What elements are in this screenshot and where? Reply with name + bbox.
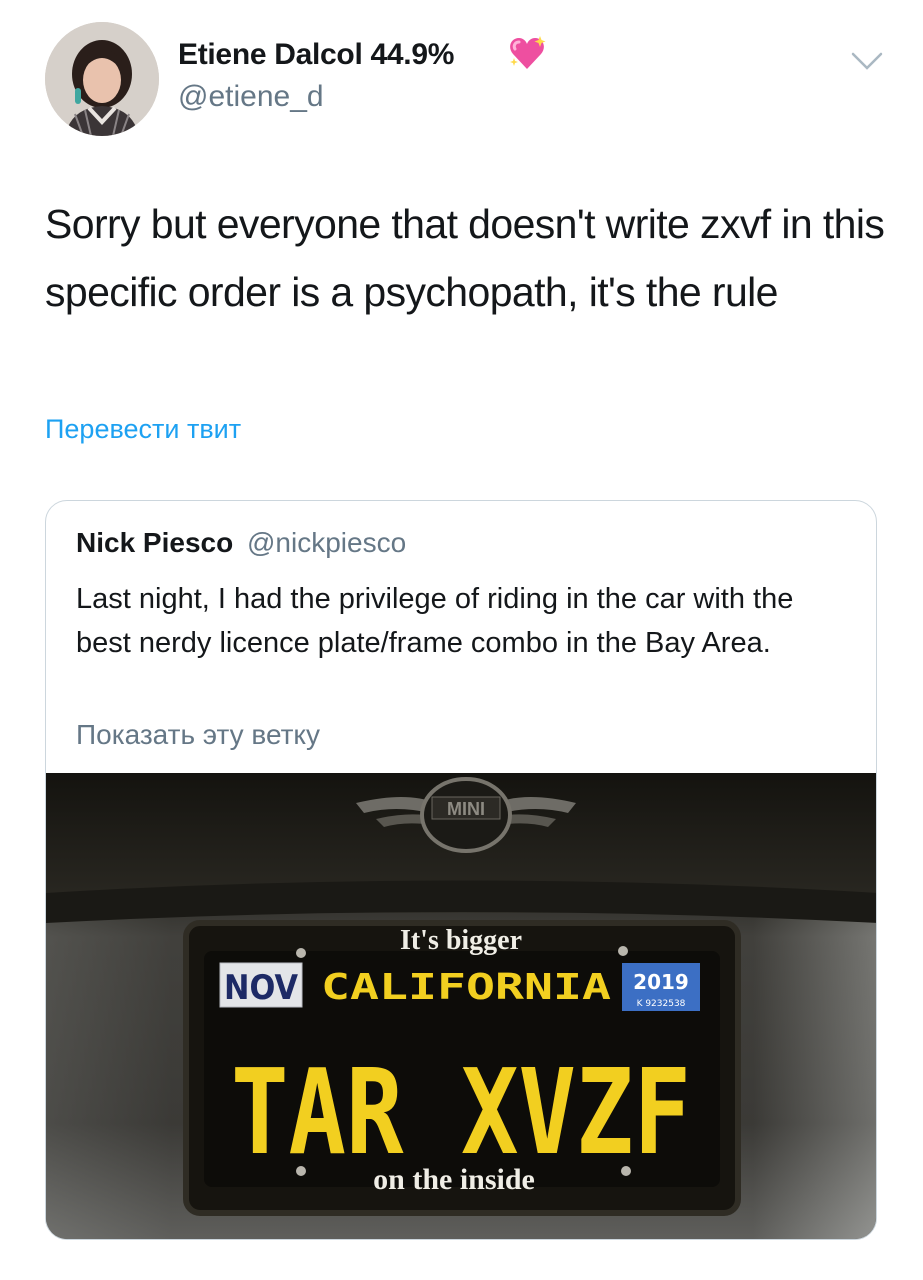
license-plate-photo: MINI It's bigger on the inside NOV CALIF…: [46, 773, 876, 1239]
sparkling-heart-icon: [510, 36, 546, 69]
state-text: CALIFORNIA: [321, 967, 611, 1008]
translate-tweet-link[interactable]: Перевести твит: [45, 414, 241, 445]
year-sticker-code: K 9232538: [637, 999, 686, 1009]
quoted-tweet-card[interactable]: Nick Piesco @nickpiesco Last night, I ha…: [45, 500, 877, 1240]
frame-top-text: It's bigger: [400, 925, 522, 956]
mini-badge-text: MINI: [447, 799, 485, 819]
quoted-tweet-photo[interactable]: MINI It's bigger on the inside NOV CALIF…: [46, 773, 876, 1239]
quoted-display-name: Nick Piesco: [76, 527, 234, 558]
license-plate: It's bigger on the inside NOV CALIFORNIA…: [183, 920, 741, 1216]
quoted-author: Nick Piesco @nickpiesco: [76, 527, 406, 559]
plate-number-text: TAR XVZF: [231, 1043, 691, 1181]
show-thread-link[interactable]: Показать эту ветку: [76, 719, 320, 751]
tweet-text: Sorry but everyone that doesn't write zx…: [45, 201, 885, 315]
avatar-photo: [45, 22, 159, 136]
author-handle[interactable]: @etiene_d: [178, 80, 324, 114]
year-sticker-text: 2019: [633, 970, 689, 994]
quoted-tweet-text: Last night, I had the privilege of ridin…: [76, 583, 794, 659]
month-sticker-text: NOV: [224, 968, 299, 1008]
quoted-handle: @nickpiesco: [246, 527, 407, 558]
author-avatar[interactable]: [45, 22, 159, 136]
chevron-down-icon[interactable]: [850, 50, 884, 72]
tweet-header: Etiene Dalcol 44.9% @etiene_d: [0, 0, 923, 150]
author-display-name[interactable]: Etiene Dalcol 44.9%: [178, 38, 454, 72]
